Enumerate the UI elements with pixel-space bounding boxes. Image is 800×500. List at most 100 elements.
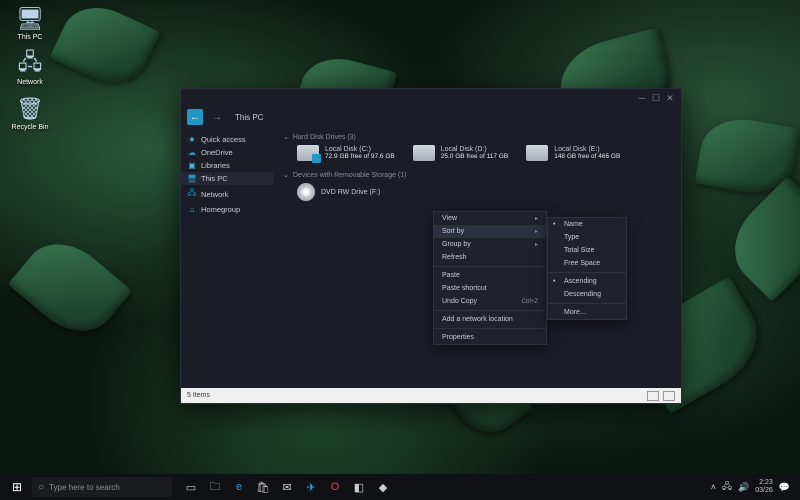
cm-properties[interactable]: Properties bbox=[434, 331, 546, 344]
taskbar-app-explorer[interactable]: 🗀 bbox=[204, 476, 226, 498]
cm-paste[interactable]: Paste bbox=[434, 269, 546, 282]
tray-network-icon[interactable]: 🖧 bbox=[722, 479, 732, 495]
sidebar-item-homegroup[interactable]: ⌂ Homegroup bbox=[181, 203, 273, 216]
pc-icon: 🖥 bbox=[17, 6, 43, 32]
drive-name: Local Disk (C:) bbox=[325, 146, 395, 153]
sidebar-label: Network bbox=[201, 190, 229, 199]
desktop-icon-network[interactable]: 🖧 Network bbox=[6, 51, 54, 86]
cm-view[interactable]: View▸ bbox=[434, 212, 546, 225]
sidebar-item-onedrive[interactable]: ☁ OneDrive bbox=[181, 146, 273, 159]
drive-space: 25.0 GB free of 117 GB bbox=[441, 153, 508, 160]
system-tray: ˄ 🖧 🔊 2:23 03/26 💬 bbox=[711, 479, 796, 495]
desktop-icon-this-pc[interactable]: 🖥 This PC bbox=[6, 6, 54, 41]
separator bbox=[434, 310, 546, 311]
dvd-icon bbox=[297, 183, 315, 201]
cloud-icon: ☁ bbox=[187, 148, 197, 157]
tray-chevron-icon[interactable]: ˄ bbox=[711, 482, 716, 492]
breadcrumb[interactable]: This PC bbox=[235, 113, 263, 122]
sm-free-space[interactable]: Free Space bbox=[548, 257, 626, 270]
separator bbox=[548, 303, 626, 304]
sidebar-item-network[interactable]: 🖧 Network bbox=[181, 185, 273, 203]
sidebar-item-libraries[interactable]: ▣ Libraries bbox=[181, 159, 273, 172]
chevron-right-icon: ▸ bbox=[535, 228, 538, 235]
file-explorer-window: ─ ☐ ✕ ← → This PC ★Quick access ☁ OneDriv… bbox=[180, 88, 682, 404]
taskbar: ⊞ ○ Type here to search ▭ 🗀 e 🛍 ✉ ✈ O ◧ … bbox=[0, 474, 800, 500]
cm-refresh[interactable]: Refresh bbox=[434, 251, 546, 264]
desktop-icon-label: Network bbox=[17, 79, 43, 86]
sidebar-item-quick-access[interactable]: ★Quick access bbox=[181, 133, 273, 146]
drive-d[interactable]: Local Disk (D:)25.0 GB free of 117 GB bbox=[413, 145, 508, 161]
start-button[interactable]: ⊞ bbox=[4, 474, 30, 500]
chevron-down-icon: ⌄ bbox=[283, 133, 289, 141]
homegroup-icon: ⌂ bbox=[187, 205, 197, 214]
cm-sort-by[interactable]: Sort by▸ bbox=[434, 225, 546, 238]
drive-dvd[interactable]: DVD RW Drive (F:) bbox=[297, 183, 380, 201]
recycle-bin-icon: 🗑 bbox=[17, 96, 43, 122]
chevron-down-icon: ⌄ bbox=[283, 171, 289, 179]
taskbar-app-store[interactable]: 🛍 bbox=[252, 476, 274, 498]
sort-by-submenu: Name Type Total Size Free Space Ascendin… bbox=[547, 217, 627, 320]
minimize-button[interactable]: ─ bbox=[635, 91, 649, 105]
separator bbox=[434, 328, 546, 329]
section-removable[interactable]: ⌄ Devices with Removable Storage (1) bbox=[283, 171, 671, 179]
statusbar: 5 Items bbox=[181, 388, 681, 403]
sm-ascending[interactable]: Ascending bbox=[548, 275, 626, 288]
taskbar-app-edge[interactable]: e bbox=[228, 476, 250, 498]
tray-volume-icon[interactable]: 🔊 bbox=[738, 482, 749, 493]
taskbar-app-generic2[interactable]: ◆ bbox=[372, 476, 394, 498]
drive-name: Local Disk (E:) bbox=[554, 146, 620, 153]
drive-icon bbox=[526, 145, 548, 161]
search-box[interactable]: ○ Type here to search bbox=[32, 477, 172, 497]
drive-e[interactable]: Local Disk (E:)148 GB free of 465 GB bbox=[526, 145, 620, 161]
desktop-icons: 🖥 This PC 🖧 Network 🗑 Recycle Bin bbox=[6, 6, 54, 131]
sm-name[interactable]: Name bbox=[548, 218, 626, 231]
back-button[interactable]: ← bbox=[187, 109, 203, 125]
forward-button[interactable]: → bbox=[209, 109, 225, 125]
maximize-button[interactable]: ☐ bbox=[649, 91, 663, 105]
taskbar-app-generic[interactable]: ◧ bbox=[348, 476, 370, 498]
chevron-right-icon: ▸ bbox=[535, 241, 538, 248]
sm-total-size[interactable]: Total Size bbox=[548, 244, 626, 257]
clock-time: 2:23 bbox=[755, 479, 773, 487]
task-view-button[interactable]: ▭ bbox=[180, 476, 202, 498]
section-label: Hard Disk Drives (3) bbox=[293, 134, 356, 141]
status-count: 5 Items bbox=[187, 392, 210, 399]
libraries-icon: ▣ bbox=[187, 161, 197, 170]
taskbar-app-opera[interactable]: O bbox=[324, 476, 346, 498]
star-icon: ★ bbox=[187, 135, 197, 144]
sm-descending[interactable]: Descending bbox=[548, 288, 626, 301]
desktop-icon-label: This PC bbox=[18, 34, 43, 41]
sm-more[interactable]: More... bbox=[548, 306, 626, 319]
taskbar-app-mail[interactable]: ✉ bbox=[276, 476, 298, 498]
desktop-icon-recycle-bin[interactable]: 🗑 Recycle Bin bbox=[6, 96, 54, 131]
view-details-button[interactable] bbox=[647, 391, 659, 401]
drive-space: 72.9 GB free of 97.6 GB bbox=[325, 153, 395, 160]
search-placeholder: Type here to search bbox=[49, 483, 120, 492]
clock[interactable]: 2:23 03/26 bbox=[755, 479, 773, 494]
sidebar-label: OneDrive bbox=[201, 148, 233, 157]
action-center-button[interactable]: 💬 bbox=[779, 482, 790, 493]
sidebar-label: Libraries bbox=[201, 161, 230, 170]
chevron-right-icon: ▸ bbox=[535, 215, 538, 222]
cm-paste-shortcut[interactable]: Paste shortcut bbox=[434, 282, 546, 295]
network-icon: 🖧 bbox=[187, 187, 197, 201]
titlebar[interactable]: ─ ☐ ✕ bbox=[181, 89, 681, 107]
sidebar-label: Homegroup bbox=[201, 205, 240, 214]
taskbar-app-telegram[interactable]: ✈ bbox=[300, 476, 322, 498]
pc-icon: 🖥 bbox=[187, 174, 197, 183]
view-tiles-button[interactable] bbox=[663, 391, 675, 401]
main-pane[interactable]: ⌄ Hard Disk Drives (3) Local Disk (C:)72.… bbox=[273, 127, 681, 388]
section-hdd[interactable]: ⌄ Hard Disk Drives (3) bbox=[283, 133, 671, 141]
drive-c[interactable]: Local Disk (C:)72.9 GB free of 97.6 GB bbox=[297, 145, 395, 161]
sidebar-item-this-pc[interactable]: 🖥This PC bbox=[181, 172, 273, 185]
drive-name: Local Disk (D:) bbox=[441, 146, 508, 153]
sm-type[interactable]: Type bbox=[548, 231, 626, 244]
context-menu: View▸ Sort by▸ Group by▸ Refresh Paste P… bbox=[433, 211, 547, 345]
close-button[interactable]: ✕ bbox=[663, 91, 677, 105]
separator bbox=[434, 266, 546, 267]
cm-add-network-location[interactable]: Add a network location bbox=[434, 313, 546, 326]
cm-group-by[interactable]: Group by▸ bbox=[434, 238, 546, 251]
navbar: ← → This PC bbox=[181, 107, 681, 127]
cm-undo-copy[interactable]: Undo CopyCtrl+Z bbox=[434, 295, 546, 308]
section-label: Devices with Removable Storage (1) bbox=[293, 172, 407, 179]
